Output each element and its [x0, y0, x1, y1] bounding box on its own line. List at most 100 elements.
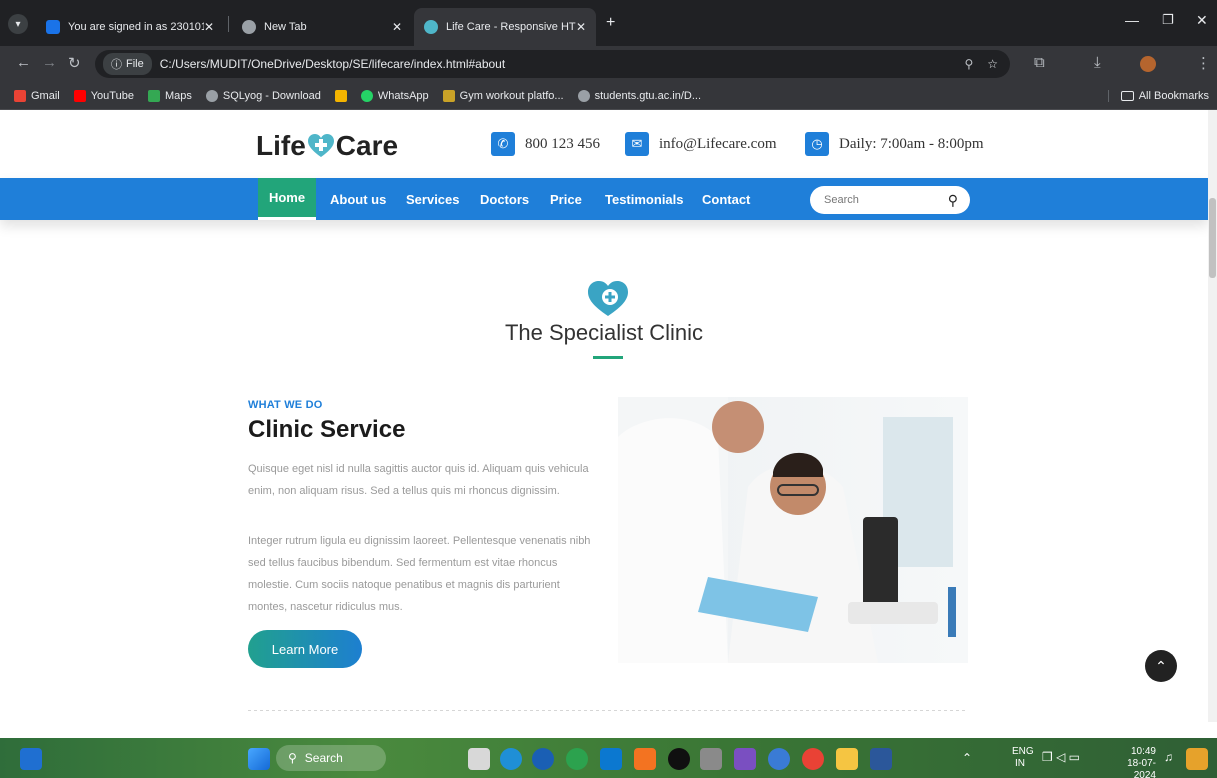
restore-icon[interactable]: ❐	[1162, 12, 1174, 28]
language-indicator[interactable]: ENG IN	[1012, 746, 1034, 770]
clock[interactable]: 10:49 18-07-2024	[1106, 746, 1156, 778]
tab-life-care[interactable]: Life Care - Responsive HTML5 … ✕	[414, 8, 596, 46]
email-info: ✉ info@Lifecare.com	[625, 132, 777, 156]
reload-icon[interactable]: ↻	[68, 54, 81, 72]
chrome-icon[interactable]	[802, 748, 824, 770]
email-address[interactable]: info@Lifecare.com	[659, 136, 777, 153]
close-icon[interactable]: ✕	[392, 20, 402, 34]
nav-services[interactable]: Services	[394, 178, 472, 220]
app-icon[interactable]	[532, 748, 554, 770]
minimize-icon[interactable]: —	[1125, 12, 1139, 28]
folder-icon	[1120, 90, 1134, 101]
forward-arrow-icon[interactable]: →	[42, 54, 57, 71]
tray-chevron-icon[interactable]: ⌃	[962, 752, 972, 764]
close-window-icon[interactable]: ✕	[1196, 12, 1208, 29]
opening-hours: Daily: 7:00am - 8:00pm	[839, 135, 984, 152]
bookmark-label: YouTube	[90, 89, 134, 102]
bookmark-label: WhatsApp	[377, 89, 429, 102]
bookmark-youtube[interactable]: YouTube	[73, 89, 134, 102]
back-to-top-button[interactable]: ⌃	[1145, 650, 1177, 682]
close-icon[interactable]: ✕	[576, 20, 586, 34]
page-scrollbar[interactable]	[1208, 110, 1217, 722]
calendar-icon	[334, 89, 347, 102]
tab-signed-in[interactable]: You are signed in as 23010101… ✕	[36, 8, 224, 46]
taskbar-search[interactable]: ⚲ Search	[276, 745, 386, 771]
windows-start-icon[interactable]	[248, 748, 270, 770]
nav-price[interactable]: Price	[538, 178, 594, 220]
bookmark-label: Gym workout platfo...	[459, 89, 564, 102]
vscode-icon[interactable]	[600, 748, 622, 770]
bookmark-label: students.gtu.ac.in/D...	[594, 89, 701, 102]
taskbar-search-label: Search	[304, 751, 343, 765]
tab-search-button[interactable]: ▾	[8, 14, 28, 34]
bookmark-gmail[interactable]: Gmail	[14, 89, 60, 102]
section-underline	[593, 356, 623, 359]
whatsapp-icon	[360, 89, 373, 102]
site-search-input[interactable]: Search ⚲	[810, 186, 970, 214]
all-bookmarks[interactable]: All Bookmarks	[1107, 89, 1209, 102]
network-volume-battery-icon[interactable]: ❒ ◁ ▭	[1042, 751, 1080, 763]
sublime-icon[interactable]	[634, 748, 656, 770]
nav-doctors[interactable]: Doctors	[468, 178, 541, 220]
app-icon[interactable]	[1186, 748, 1208, 770]
notification-bell-icon[interactable]: ♫	[1164, 751, 1173, 763]
region-code: IN	[1015, 758, 1025, 769]
tab-title: New Tab	[264, 21, 307, 33]
nav-home[interactable]: Home	[258, 178, 316, 220]
zoom-icon[interactable]: ⚲	[964, 57, 973, 71]
app-icon[interactable]	[566, 748, 588, 770]
bookmark-sqlyog[interactable]: SQLyog - Download	[205, 89, 321, 102]
bookmark-gym[interactable]: Gym workout platfo...	[442, 89, 564, 102]
word-icon[interactable]	[870, 748, 892, 770]
site-info-chip[interactable]: ⓘ File	[103, 53, 152, 75]
section-divider	[248, 710, 968, 711]
star-icon[interactable]: ☆	[987, 57, 998, 71]
close-icon[interactable]: ✕	[204, 20, 214, 34]
language-code: ENG	[1012, 746, 1034, 757]
section-title: The Specialist Clinic	[504, 320, 704, 345]
extensions-icon[interactable]: ⧉	[1034, 54, 1045, 71]
task-view-icon[interactable]	[468, 748, 490, 770]
bookmark-calendar[interactable]	[334, 89, 347, 102]
web-page: Life Care ✆ 800 123 456 ✉ info@Lifecare.…	[0, 110, 1208, 722]
bookmark-label: Maps	[164, 89, 192, 102]
clock-date: 18-07-2024	[1127, 758, 1156, 778]
file-explorer-icon[interactable]	[836, 748, 858, 770]
avatar[interactable]	[1140, 56, 1156, 72]
nav-testimonials[interactable]: Testimonials	[593, 178, 696, 220]
nav-about-us[interactable]: About us	[318, 178, 398, 220]
scrollbar-thumb[interactable]	[1209, 198, 1216, 278]
browser-tab-bar: ▾ You are signed in as 23010101… ✕ New T…	[0, 0, 1217, 46]
site-logo[interactable]: Life Care	[256, 130, 398, 162]
widgets-icon[interactable]	[20, 748, 42, 770]
learn-more-button[interactable]: Learn More	[248, 630, 362, 668]
search-placeholder: Search	[824, 194, 859, 206]
download-icon[interactable]: ⤓	[1094, 54, 1101, 71]
paragraph-1: Quisque eget nisl id nulla sagittis auct…	[248, 463, 589, 497]
bookmark-maps[interactable]: Maps	[147, 89, 192, 102]
tab-title: You are signed in as 23010101…	[68, 21, 204, 33]
bookmarks-bar: Gmail YouTube Maps SQLyog - Download Wha…	[0, 82, 1217, 110]
app-icon[interactable]	[768, 748, 790, 770]
visual-studio-icon[interactable]	[734, 748, 756, 770]
app-icon[interactable]	[700, 748, 722, 770]
search-icon[interactable]: ⚲	[948, 192, 958, 209]
menu-kebab-icon[interactable]: ⋮	[1196, 54, 1211, 72]
gmail-icon	[14, 89, 26, 102]
tab-new-tab[interactable]: New Tab ✕	[232, 8, 412, 46]
app-icon[interactable]	[668, 748, 690, 770]
back-arrow-icon[interactable]: ←	[16, 54, 31, 71]
section-heading: Clinic Service	[248, 416, 406, 443]
bookmark-gtu[interactable]: students.gtu.ac.in/D...	[577, 89, 701, 102]
youtube-icon	[73, 89, 86, 102]
new-tab-button[interactable]: +	[606, 14, 615, 32]
bookmark-whatsapp[interactable]: WhatsApp	[360, 89, 429, 102]
chevron-down-icon: ▾	[15, 18, 21, 30]
address-bar[interactable]: ⓘ File C:/Users/MUDIT/OneDrive/Desktop/S…	[95, 50, 1010, 78]
phone-number[interactable]: 800 123 456	[525, 136, 600, 153]
bookmark-label: All Bookmarks	[1138, 89, 1209, 102]
edge-icon[interactable]	[500, 748, 522, 770]
nav-contact[interactable]: Contact	[690, 178, 762, 220]
clock-time: 10:49	[1130, 746, 1156, 757]
url-text: C:/Users/MUDIT/OneDrive/Desktop/SE/lifec…	[159, 57, 506, 71]
